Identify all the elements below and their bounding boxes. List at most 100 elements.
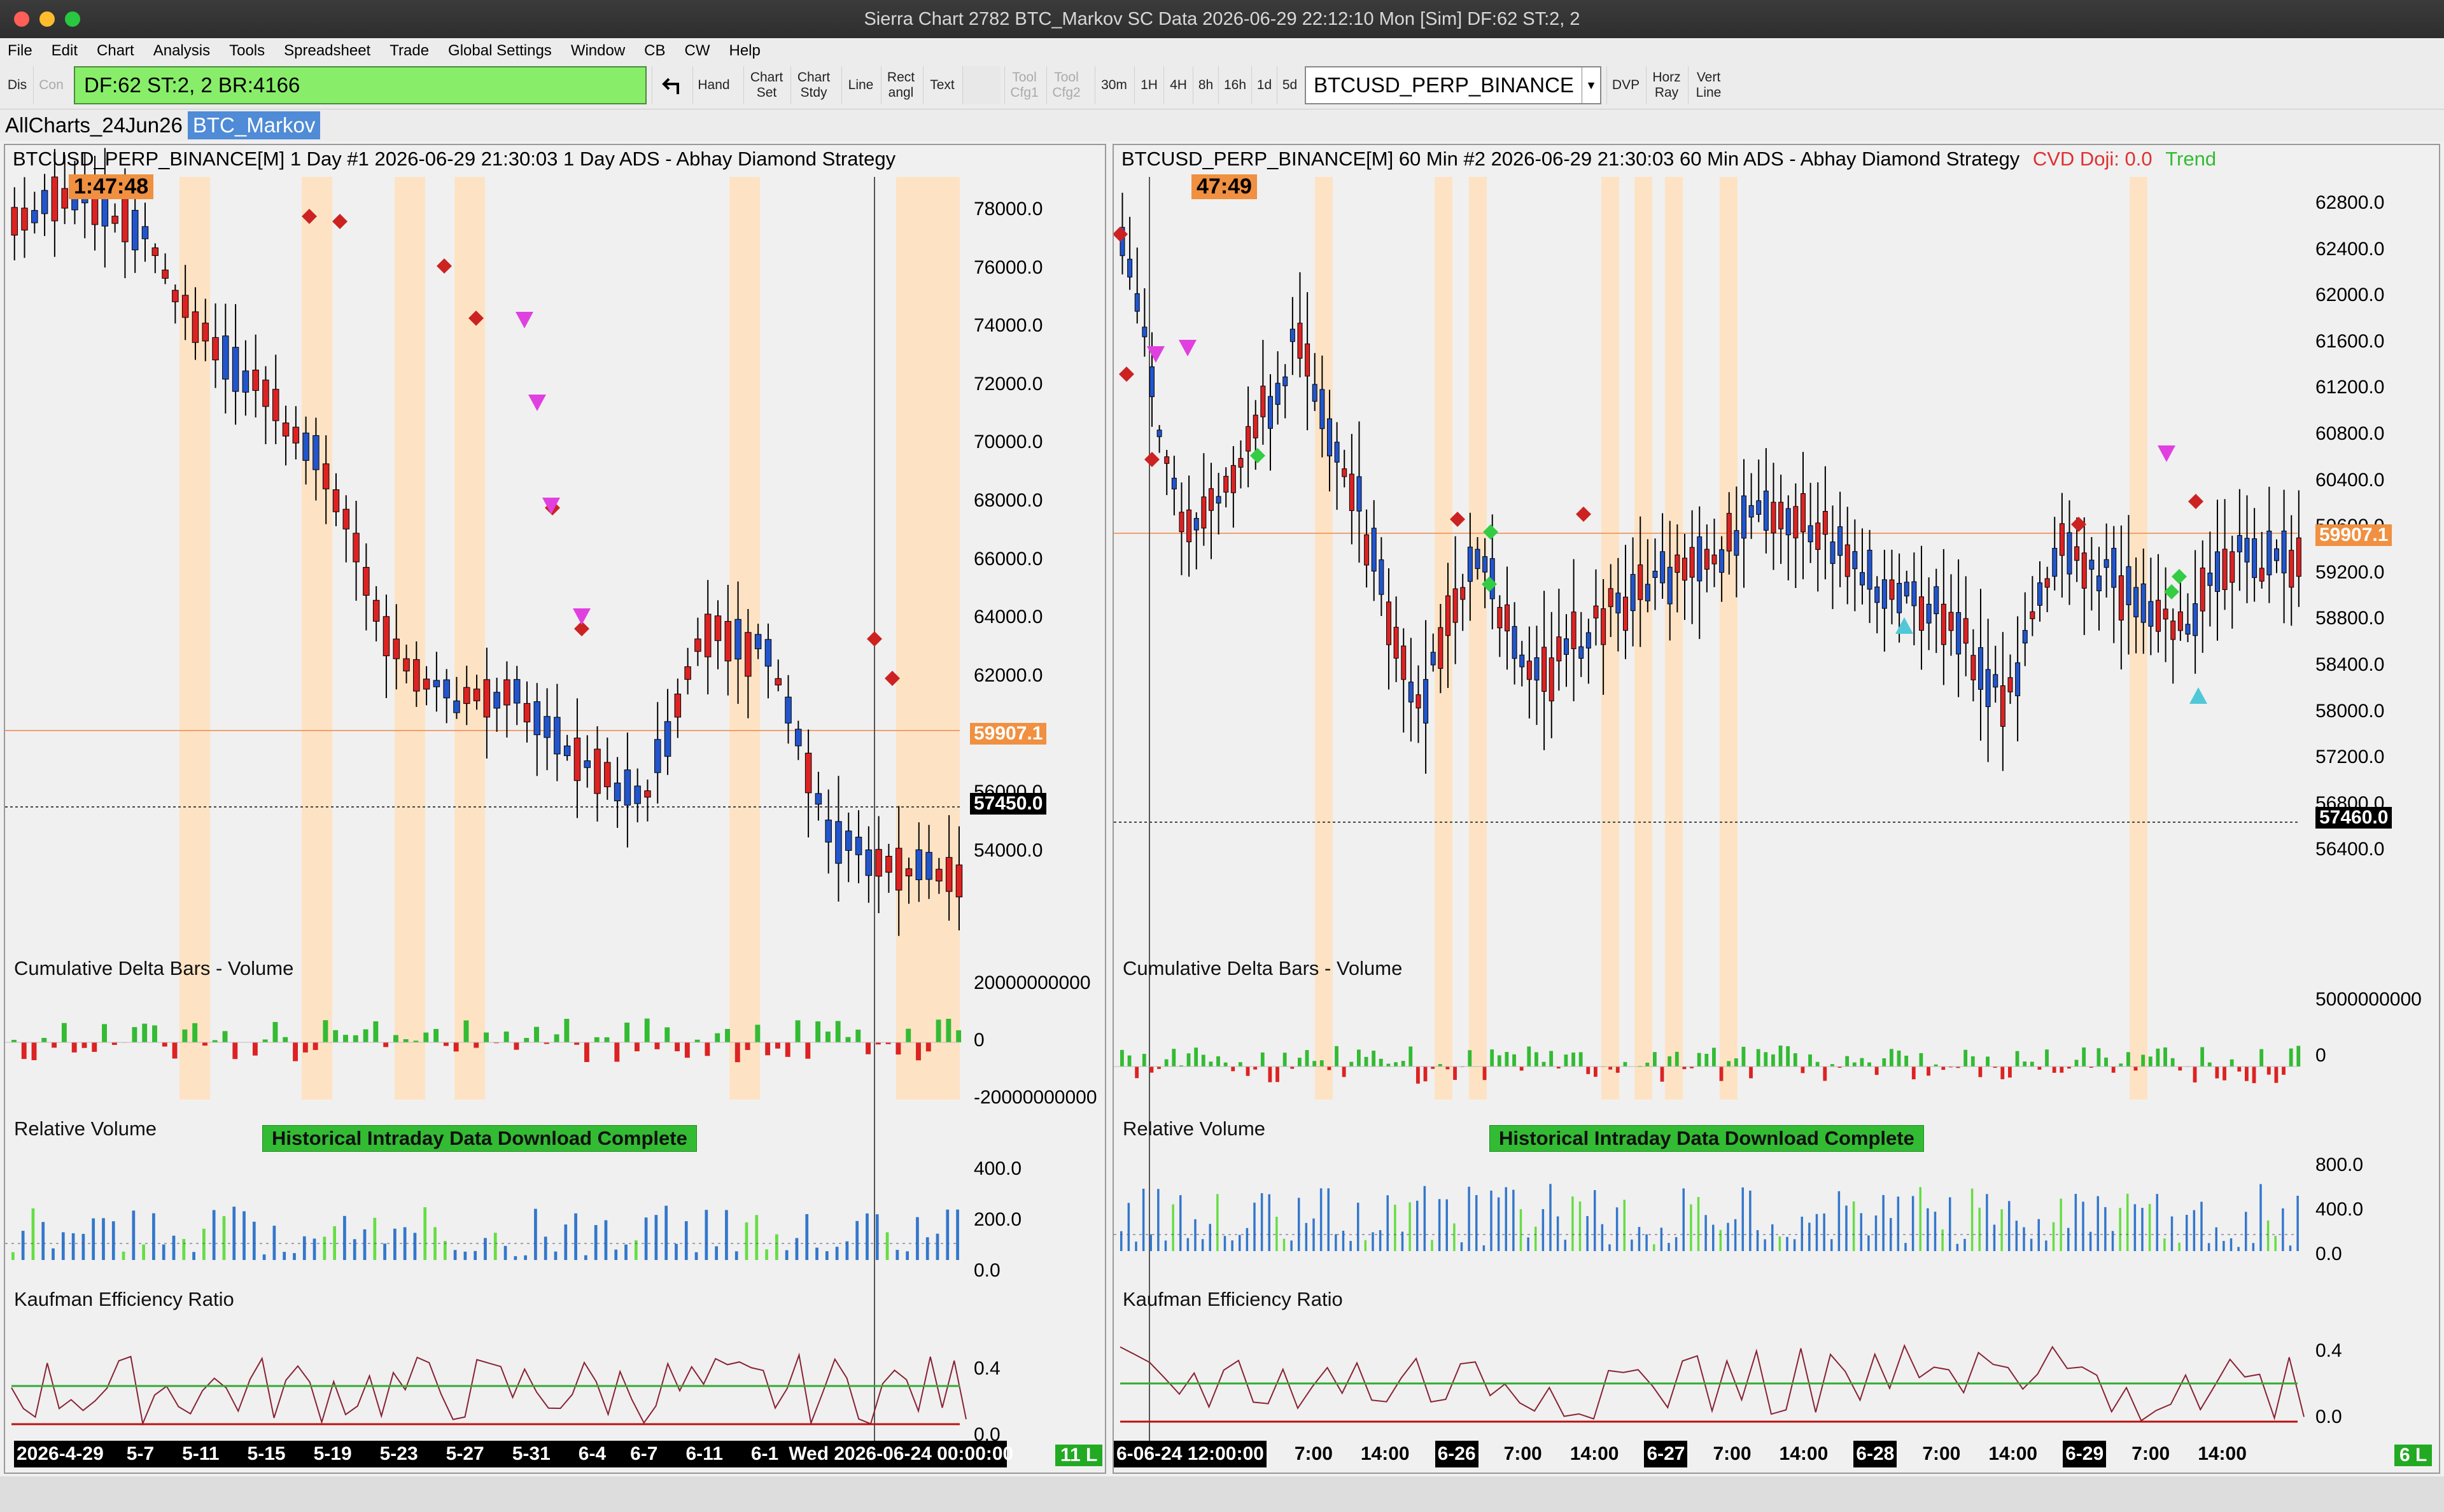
- candle: [353, 533, 360, 563]
- rel-volume-bar: [2296, 1196, 2299, 1251]
- signal-triangle: [516, 312, 533, 328]
- delta-bar: [443, 1042, 449, 1046]
- delta-bar: [383, 1042, 389, 1047]
- close-icon[interactable]: [14, 11, 29, 27]
- undo-button[interactable]: [652, 66, 690, 104]
- candle: [513, 679, 521, 704]
- candle: [2215, 551, 2220, 592]
- rel-volume-bar: [1231, 1240, 1233, 1251]
- tool-cfg2-button[interactable]: Tool Cfg2: [1046, 66, 1086, 104]
- horz-ray-button[interactable]: Horz Ray: [1646, 66, 1687, 104]
- menu-file[interactable]: File: [8, 42, 32, 60]
- rel-volume-bar: [1275, 1216, 1278, 1251]
- study-axis-label: 400.0: [2315, 1199, 2364, 1220]
- dis-button[interactable]: Dis: [3, 66, 32, 104]
- candle: [1164, 456, 1170, 464]
- rect-tool-button[interactable]: Rect angl: [881, 66, 920, 104]
- minimize-icon[interactable]: [39, 11, 55, 27]
- candle: [1638, 564, 1643, 600]
- candle: [1704, 549, 1710, 570]
- delta-bar: [1986, 1056, 1990, 1067]
- daily-chart-canvas[interactable]: [5, 145, 1106, 1474]
- rel-volume-bar: [825, 1251, 829, 1260]
- rel-volume-bar: [1120, 1231, 1123, 1251]
- tab-btc-markov[interactable]: BTC_Markov: [187, 111, 321, 139]
- tf-5d-button[interactable]: 5d: [1277, 66, 1302, 104]
- candle: [895, 848, 902, 891]
- tab-allcharts[interactable]: AllCharts_24Jun26: [0, 111, 188, 139]
- rel-volume-bar: [1386, 1195, 1389, 1251]
- candle: [1667, 566, 1673, 605]
- candle: [2163, 608, 2168, 620]
- candle: [1312, 384, 1317, 402]
- delta-bar: [2207, 1062, 2212, 1067]
- delta-bar: [2126, 1052, 2130, 1067]
- rel-volume-bar: [1460, 1242, 1463, 1251]
- tf-8h-button[interactable]: 8h: [1193, 66, 1218, 104]
- candle: [2252, 538, 2258, 578]
- hourly-chart-canvas[interactable]: [1114, 145, 2440, 1474]
- chart-set-button[interactable]: Chart Set: [743, 66, 789, 104]
- candle: [2296, 537, 2301, 577]
- menu-spreadsheet[interactable]: Spreadsheet: [284, 42, 370, 60]
- delta-bar: [2082, 1047, 2086, 1067]
- hand-button[interactable]: Hand: [692, 66, 734, 104]
- menu-edit[interactable]: Edit: [52, 42, 78, 60]
- delta-bar: [423, 1032, 429, 1042]
- x-label: 7:00: [1503, 1443, 1542, 1464]
- chevron-down-icon[interactable]: ▼: [1582, 67, 1600, 103]
- text-label: Text: [930, 77, 955, 92]
- delta-bar: [1209, 1061, 1213, 1067]
- candle: [2007, 677, 2013, 692]
- tf-30m-button[interactable]: 30m: [1095, 66, 1133, 104]
- rel-volume-bar: [1305, 1222, 1308, 1251]
- tf-4h-button[interactable]: 4H: [1163, 66, 1193, 104]
- session-band: [1720, 177, 1738, 1100]
- rel-volume-bar: [2000, 1209, 2003, 1251]
- con-button[interactable]: Con: [33, 66, 69, 104]
- menu-cb[interactable]: CB: [644, 42, 665, 60]
- menu-help[interactable]: Help: [729, 42, 761, 60]
- delta-bar: [1801, 1067, 1805, 1074]
- menu-global-settings[interactable]: Global Settings: [448, 42, 552, 60]
- rel-volume-bar: [1394, 1205, 1396, 1251]
- rect-label-2: angl: [888, 85, 914, 100]
- delta-bar: [2156, 1048, 2160, 1067]
- line-tool-button[interactable]: Line: [841, 66, 880, 104]
- rel-volume-bar: [2223, 1241, 2225, 1251]
- menu-cw[interactable]: CW: [685, 42, 710, 60]
- candle: [51, 176, 59, 221]
- chart-stdy-button[interactable]: Chart Stdy: [790, 66, 836, 104]
- symbol-select[interactable]: BTCUSD_PERP_BINANCE ▼: [1305, 66, 1601, 104]
- chart-60min[interactable]: BTCUSD_PERP_BINANCE[M] 60 Min #2 2026-06…: [1113, 144, 2440, 1474]
- dvp-label: DVP: [1612, 77, 1640, 92]
- text-tool-button[interactable]: Text: [923, 66, 961, 104]
- menu-window[interactable]: Window: [571, 42, 625, 60]
- delta-bar: [1438, 1064, 1442, 1067]
- candle: [2096, 575, 2102, 592]
- rel-volume-bar: [252, 1221, 256, 1260]
- zoom-icon[interactable]: [65, 11, 80, 27]
- delta-bar: [1298, 1058, 1302, 1067]
- rel-volume-bar: [293, 1253, 296, 1260]
- delta-bar: [61, 1023, 67, 1042]
- candle: [1364, 534, 1370, 566]
- tf-1d-button[interactable]: 1d: [1251, 66, 1277, 104]
- tf-1h-button[interactable]: 1H: [1134, 66, 1163, 104]
- candle: [1734, 530, 1739, 556]
- menu-chart[interactable]: Chart: [97, 42, 134, 60]
- candle: [1246, 426, 1251, 452]
- menu-trade[interactable]: Trade: [390, 42, 429, 60]
- chart-daily[interactable]: BTCUSD_PERP_BINANCE[M] 1 Day #1 2026-06-…: [4, 144, 1106, 1474]
- candle: [674, 694, 682, 718]
- delta-bar: [1823, 1067, 1827, 1081]
- rel-volume-bar: [503, 1245, 507, 1260]
- tool-cfg1-button[interactable]: Tool Cfg1: [1004, 66, 1044, 104]
- dvp-button[interactable]: DVP: [1606, 66, 1645, 104]
- menu-tools[interactable]: Tools: [229, 42, 265, 60]
- hand-label: Hand: [698, 77, 730, 92]
- menu-analysis[interactable]: Analysis: [153, 42, 210, 60]
- tf-16h-button[interactable]: 16h: [1218, 66, 1251, 104]
- delta-bar: [1704, 1053, 1709, 1067]
- vert-line-button[interactable]: Vert Line: [1688, 66, 1729, 104]
